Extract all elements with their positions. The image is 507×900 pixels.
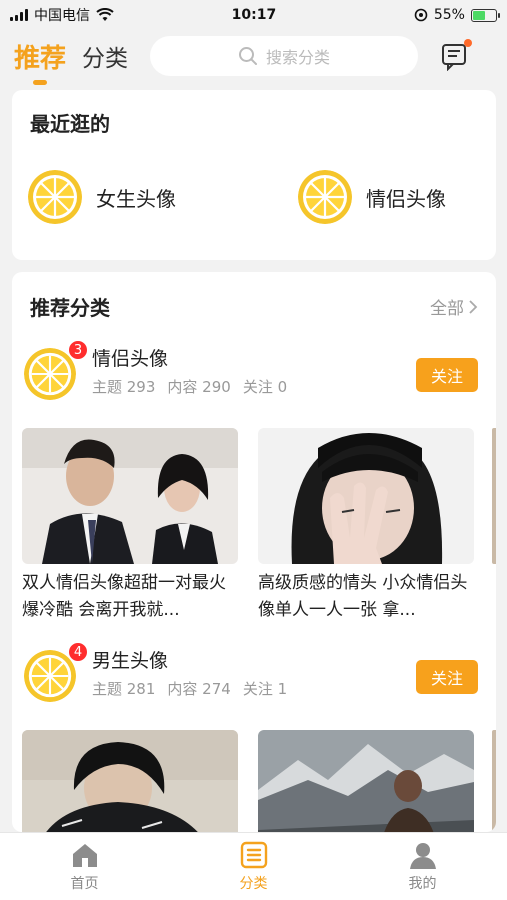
post-thumbnails xyxy=(22,730,474,832)
user-icon xyxy=(409,843,436,869)
nav-home[interactable]: 首页 xyxy=(0,833,169,900)
category-name[interactable]: 男生头像 xyxy=(92,646,168,673)
status-right: 55% xyxy=(414,7,500,23)
category-name[interactable]: 情侣头像 xyxy=(92,344,168,371)
recent-visited-card: 最近逛的 女生头像 情侣头像 xyxy=(12,90,496,260)
top-header: 推荐 分类 搜索分类 xyxy=(0,30,507,82)
post-caption: 高级质感的情头 小众情侣头像单人一人一张 拿... xyxy=(258,573,468,620)
post-thumbnails: 双人情侣头像超甜一对最火爆冷酷 会离开我就... 高级质感的情头 小众情侣头像单… xyxy=(22,428,474,624)
topic-count: 主题 281 xyxy=(92,680,156,698)
category-stats: 主题 293 内容 290 关注 0 xyxy=(92,376,287,397)
search-placeholder: 搜索分类 xyxy=(266,48,331,67)
unread-badge: 4 xyxy=(68,642,88,662)
recent-item-label: 情侣头像 xyxy=(366,186,446,211)
unread-badge: 3 xyxy=(68,340,88,360)
lemon-avatar-icon[interactable] xyxy=(24,348,76,400)
nav-mine[interactable]: 我的 xyxy=(338,833,507,900)
post-image xyxy=(258,428,474,564)
post-card[interactable] xyxy=(22,730,238,832)
tab-recommend[interactable]: 推荐 xyxy=(14,38,66,75)
recent-item[interactable]: 女生头像 xyxy=(28,170,176,224)
battery-icon xyxy=(470,8,500,22)
post-card[interactable]: 高级质感的情头 小众情侣头像单人一人一张 拿... xyxy=(258,428,474,624)
status-bar: 中国电信 10:17 55% xyxy=(0,0,507,30)
follow-count: 关注 0 xyxy=(242,378,288,396)
recent-title: 最近逛的 xyxy=(30,112,110,136)
carrier-label: 中国电信 xyxy=(34,8,90,24)
category-list-icon xyxy=(240,841,267,869)
content-count: 内容 274 xyxy=(167,680,231,698)
message-button[interactable] xyxy=(440,39,473,72)
recommend-title: 推荐分类 xyxy=(30,296,110,320)
bottom-nav: 首页 分类 我的 xyxy=(0,832,507,900)
category-stats: 主题 281 内容 274 关注 1 xyxy=(92,678,287,699)
search-icon xyxy=(239,47,257,65)
home-icon xyxy=(72,844,97,867)
tab-category[interactable]: 分类 xyxy=(82,39,128,73)
see-all-link[interactable]: 全部 xyxy=(430,294,478,319)
wifi-icon xyxy=(96,8,114,21)
nav-category-label: 分类 xyxy=(239,876,268,892)
post-image xyxy=(258,730,474,832)
search-input[interactable]: 搜索分类 xyxy=(150,36,419,76)
status-left: 中国电信 xyxy=(10,5,114,25)
lemon-avatar-icon xyxy=(28,170,82,224)
battery-percent: 55% xyxy=(433,7,465,23)
follow-button[interactable]: 关注 xyxy=(416,358,478,392)
topic-count: 主题 293 xyxy=(92,378,156,396)
recommend-card: 推荐分类 全部 3 情侣头像 主题 293 内容 290 关注 0 关注 双人情… xyxy=(12,272,496,832)
post-card[interactable] xyxy=(258,730,474,832)
nav-mine-label: 我的 xyxy=(408,876,437,892)
content-count: 内容 290 xyxy=(167,378,231,396)
see-all-label: 全部 xyxy=(430,299,464,319)
next-post-peek xyxy=(492,730,496,832)
unread-dot xyxy=(464,39,473,47)
clock: 10:17 xyxy=(231,7,277,23)
post-card[interactable]: 双人情侣头像超甜一对最火爆冷酷 会离开我就... xyxy=(22,428,238,624)
lemon-avatar-icon xyxy=(298,170,352,224)
signal-icon xyxy=(10,9,28,21)
post-caption: 双人情侣头像超甜一对最火爆冷酷 会离开我就... xyxy=(22,573,226,620)
orientation-lock-icon xyxy=(414,8,428,22)
chevron-right-icon xyxy=(469,299,478,314)
post-image xyxy=(22,730,238,832)
post-image xyxy=(22,428,238,564)
next-post-peek xyxy=(492,428,496,564)
recent-item[interactable]: 情侣头像 xyxy=(298,170,446,224)
nav-category[interactable]: 分类 xyxy=(169,833,338,900)
follow-button[interactable]: 关注 xyxy=(416,660,478,694)
nav-home-label: 首页 xyxy=(70,876,99,892)
follow-count: 关注 1 xyxy=(242,680,288,698)
lemon-avatar-icon[interactable] xyxy=(24,650,76,702)
recent-item-label: 女生头像 xyxy=(96,186,176,211)
